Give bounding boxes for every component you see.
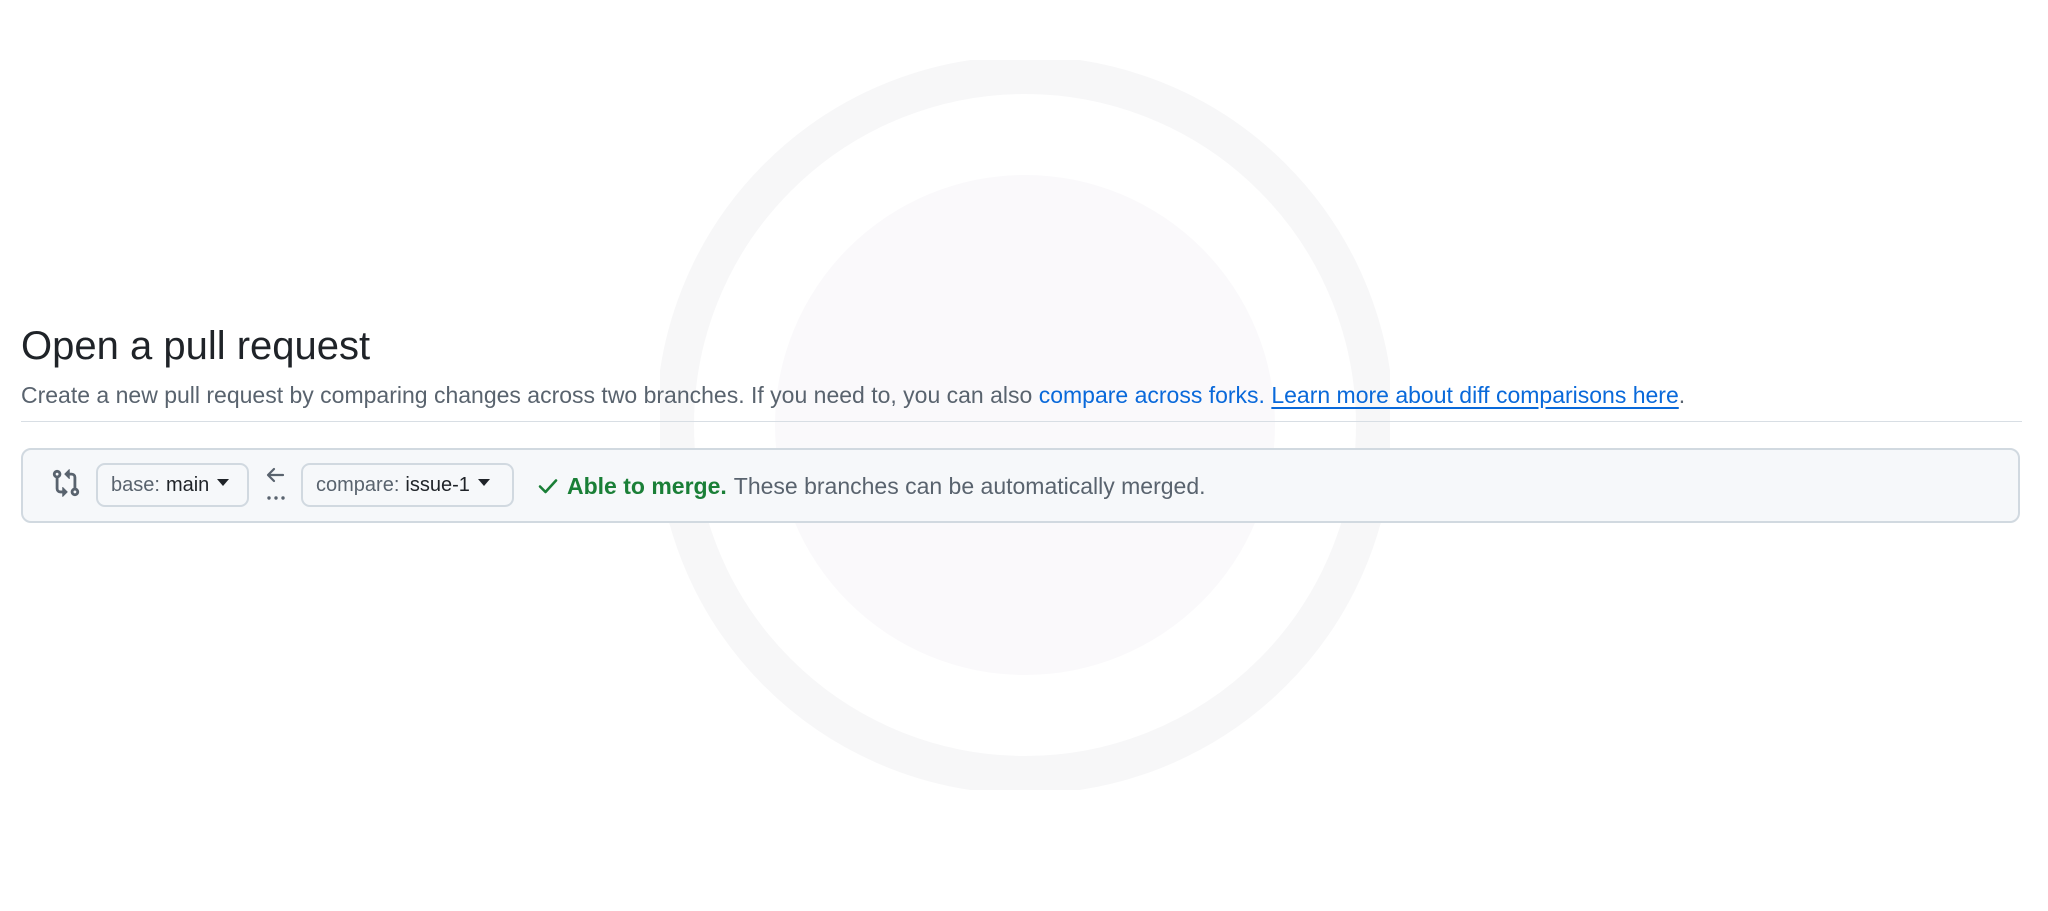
compare-branch-name: issue-1	[405, 473, 470, 496]
base-branch-prefix: base:	[111, 473, 160, 496]
chevron-down-icon	[217, 478, 230, 486]
github-mark-watermark-icon	[660, 60, 1390, 790]
merge-status: Able to merge. These branches can be aut…	[535, 469, 1206, 503]
compare-branch-prefix: compare:	[316, 473, 400, 496]
page-header: Open a pull request Create a new pull re…	[21, 318, 2022, 412]
compare-branch-select[interactable]: compare: issue-1	[301, 463, 514, 507]
git-compare-icon	[52, 469, 80, 497]
base-branch-select[interactable]: base: main	[96, 463, 249, 507]
base-branch-name: main	[165, 473, 210, 496]
page-title: Open a pull request	[21, 324, 371, 368]
chevron-down-icon	[477, 478, 490, 486]
branch-direction-indicator	[263, 464, 289, 510]
merge-status-detail: These branches can be automatically merg…	[733, 473, 1206, 499]
description-trailing-period: .	[1678, 382, 1686, 408]
learn-more-diff-link[interactable]: Learn more about diff comparisons here	[1271, 382, 1678, 408]
check-icon	[538, 479, 558, 494]
ellipsis-icon[interactable]	[263, 486, 289, 506]
description-text: Create a new pull request by comparing c…	[21, 382, 1039, 408]
merge-status-label: Able to merge.	[567, 473, 727, 499]
header-divider	[21, 421, 2022, 422]
arrow-left-icon	[266, 467, 285, 483]
page-description: Create a new pull request by comparing c…	[21, 378, 2022, 412]
branch-range-editor: base: main compare: issue-1 Able to merg…	[21, 448, 2020, 523]
compare-across-forks-link[interactable]: compare across forks.	[1039, 382, 1265, 408]
compare-page: Open a pull request Create a new pull re…	[0, 0, 2048, 911]
